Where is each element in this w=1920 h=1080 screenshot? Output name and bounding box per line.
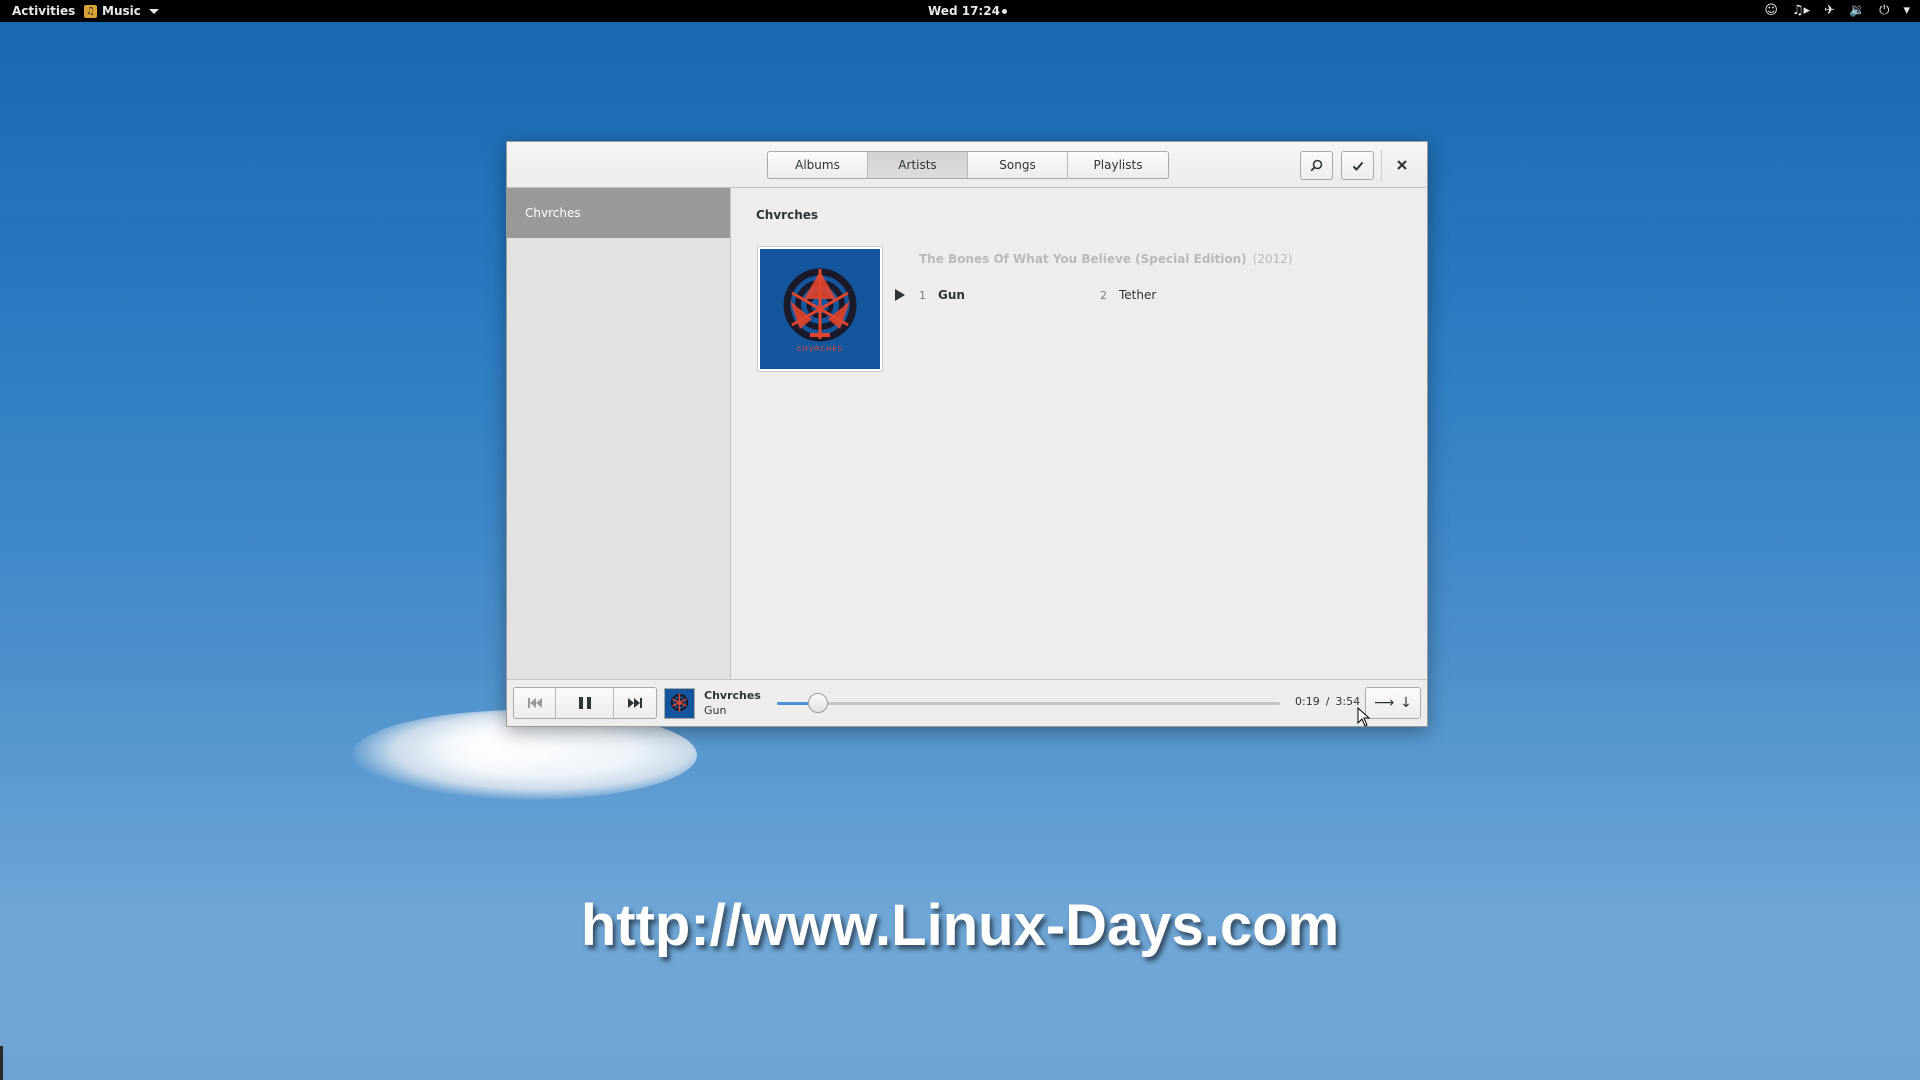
artist-view: Chvrches CHVRCHES The Bones Of What You … [732,188,1427,679]
close-icon [1397,160,1407,170]
sidebar-item-label: Chvrches [525,206,581,220]
header-bar: Albums Artists Songs Playlists [507,142,1427,188]
player-bar: Chvrches Gun 0:19/3:54 ⟶ ↓ [507,679,1427,726]
search-icon [1310,159,1323,172]
pause-button[interactable] [556,688,614,718]
tab-albums[interactable]: Albums [768,152,868,178]
app-menu-label: Music [102,4,141,18]
track-title: Gun [938,288,965,302]
activities-button[interactable]: Activities [12,3,75,19]
track-row[interactable]: 1 Gun [895,286,965,304]
clock-label: Wed 17:24 [928,4,1000,18]
chevron-down-icon [148,8,159,14]
album-title: The Bones Of What You Believe (Special E… [919,252,1293,266]
track-number: 2 [1100,288,1107,302]
select-button[interactable] [1341,151,1374,180]
header-separator [1381,150,1382,181]
album-cover[interactable]: CHVRCHES [757,246,883,372]
track-title: Tether [1119,288,1157,302]
track-number: 1 [919,288,926,302]
status-area[interactable]: ☺ ♫▸ ✈ 🔉 ⏻ ▾ [1764,2,1910,20]
album-title-text: The Bones Of What You Believe (Special E… [919,252,1247,266]
menu-caret-icon[interactable]: ▾ [1903,2,1910,20]
tab-artists[interactable]: Artists [868,152,968,178]
watermark-text: http://www.Linux-Days.com [580,893,1340,958]
progress-handle[interactable] [807,693,828,713]
album-year: (2012) [1252,252,1293,266]
sidebar-item-chvrches[interactable]: Chvrches [507,188,730,238]
chat-icon[interactable]: ☺ [1764,2,1778,20]
desktop-edge-marker [0,1046,3,1080]
close-button[interactable] [1389,152,1415,178]
checkmark-icon [1352,161,1363,171]
track-row[interactable]: 2 Tether [1100,286,1156,304]
arrow-down-icon: ↓ [1400,695,1412,711]
mouse-cursor [1357,707,1371,727]
volume-icon[interactable]: 🔉 [1849,2,1865,20]
top-bar: Activities ♫ Music Wed 17:24 ☺ ♫▸ ✈ 🔉 ⏻ … [0,0,1920,22]
now-playing-artist: Chvrches [704,689,761,702]
skip-back-icon [527,698,542,708]
artist-sidebar: Chvrches [507,188,731,679]
playback-controls [513,687,657,719]
music-player-icon[interactable]: ♫▸ [1792,2,1810,20]
tab-songs[interactable]: Songs [968,152,1068,178]
now-playing-cover[interactable] [664,688,695,719]
arrow-right-icon: ⟶ [1374,695,1395,711]
artist-heading: Chvrches [756,208,819,222]
time-display: 0:19/3:54 [1295,695,1360,708]
app-menu[interactable]: ♫ Music [84,3,159,19]
next-button[interactable] [614,688,656,718]
elapsed-time: 0:19 [1295,695,1320,708]
network-icon[interactable]: ✈ [1824,2,1835,20]
now-playing-song: Gun [704,704,727,717]
now-playing-icon [895,289,905,301]
view-switcher: Albums Artists Songs Playlists [767,151,1169,179]
music-note-icon: ♫ [84,4,97,18]
repeat-mode-button[interactable]: ⟶ ↓ [1365,687,1421,719]
progress-bar[interactable] [777,702,1280,705]
music-window: Albums Artists Songs Playlists Chvrches … [506,141,1428,727]
time-separator: / [1325,695,1330,708]
search-button[interactable] [1300,151,1333,180]
tab-playlists[interactable]: Playlists [1068,152,1168,178]
album-cover-text: CHVRCHES [797,345,843,353]
album-cover-art: CHVRCHES [760,249,880,369]
notification-dot-icon [1001,9,1007,14]
previous-button[interactable] [514,688,556,718]
skip-forward-icon [628,698,642,708]
power-icon[interactable]: ⏻ [1879,2,1889,20]
pause-icon [578,697,591,709]
clock[interactable]: Wed 17:24 [928,3,1007,19]
